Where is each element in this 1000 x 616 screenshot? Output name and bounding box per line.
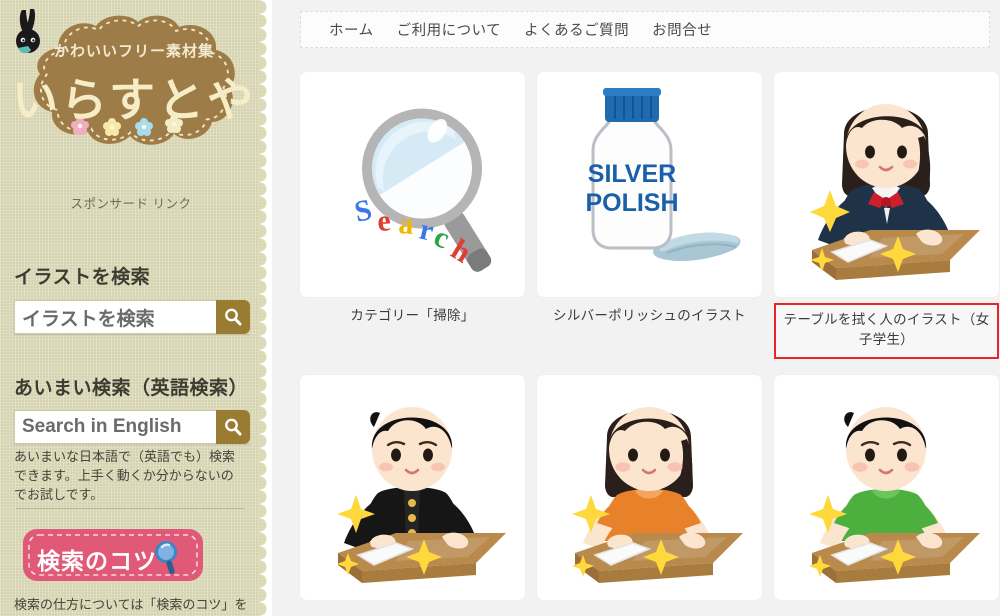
nav-item-usage[interactable]: ご利用について <box>397 19 502 40</box>
top-navigation: ホーム ご利用について よくあるご質問 お問合せ <box>300 11 990 48</box>
illustration-card[interactable]: S e a r c h カテゴリー「掃除」 <box>300 72 525 326</box>
nav-item-contact[interactable]: お問合せ <box>652 19 712 40</box>
illustration-card[interactable]: SILVER POLISH シルバーポリッシュのイラスト <box>537 72 762 326</box>
search-input[interactable]: イラストを検索 <box>14 300 216 334</box>
magnifying-glass-search-art: S e a r c h <box>352 108 492 272</box>
illustration-caption[interactable]: シルバーポリッシュのイラスト <box>537 306 762 326</box>
sidebar-scalloped-edge <box>260 0 272 616</box>
english-search-box[interactable]: Search in English <box>14 410 250 444</box>
svg-text:a: a <box>398 207 415 241</box>
illustration-caption-highlighted[interactable]: テーブルを拭く人のイラスト（女子学生） <box>774 303 999 359</box>
vague-search-note: あいまいな日本語で（英語でも）検索できます。上手く動くか分からないのでお試しです… <box>14 449 236 502</box>
sidebar-divider <box>16 508 244 509</box>
illustration-caption[interactable]: カテゴリー「掃除」 <box>300 306 525 326</box>
search-illustration-box[interactable]: イラストを検索 <box>14 300 250 334</box>
logo-title: いらすとや <box>11 74 257 126</box>
illustration-thumbnail[interactable] <box>537 375 762 600</box>
english-search-submit-button[interactable] <box>216 410 250 444</box>
page-root: かわいいフリー素材集 いらすとや スポンサード リンク イラストを検索 イラスト… <box>0 0 1000 616</box>
illustration-card[interactable] <box>300 375 525 609</box>
search-submit-button[interactable] <box>216 300 250 334</box>
illustration-card[interactable]: テーブルを拭く人のイラスト（女子学生） <box>774 72 999 359</box>
search-tips-button-graphic <box>23 529 203 581</box>
english-search-input[interactable]: Search in English <box>14 410 216 444</box>
illustration-thumbnail[interactable]: SILVER POLISH <box>537 72 762 297</box>
bottle-label-line2: POLISH <box>585 189 678 217</box>
illustration-thumbnail[interactable] <box>774 72 999 297</box>
svg-text:e: e <box>376 204 392 238</box>
silver-polish-bottle-art: SILVER POLISH <box>585 88 741 262</box>
illustration-thumbnail[interactable] <box>774 375 999 600</box>
sidebar: かわいいフリー素材集 いらすとや スポンサード リンク イラストを検索 イラスト… <box>0 0 272 616</box>
search-illustration-heading: イラストを検索 <box>14 267 151 288</box>
main-content: ホーム ご利用について よくあるご質問 お問合せ S e a r c h カテゴ… <box>272 0 1000 616</box>
illustration-card[interactable] <box>774 375 999 609</box>
search-icon <box>225 418 242 436</box>
person-wiping-table-schoolboy-art <box>337 407 506 583</box>
search-tips-button[interactable]: 検索のコツ <box>22 528 204 582</box>
illustration-thumbnail[interactable] <box>300 375 525 600</box>
nav-item-home[interactable]: ホーム <box>329 19 374 40</box>
vague-search-heading: あいまい検索（英語検索） <box>14 378 249 399</box>
bottle-label-line1: SILVER <box>588 160 676 188</box>
person-wiping-table-boy-green-art <box>809 407 980 583</box>
search-icon <box>225 308 242 326</box>
search-tips-note: 検索の仕方については「検索のコツ」を <box>14 597 248 612</box>
site-logo[interactable]: かわいいフリー素材集 いらすとや <box>8 2 260 170</box>
sponsored-link-label: スポンサード リンク <box>70 197 192 211</box>
nav-item-faq[interactable]: よくあるご質問 <box>524 19 629 40</box>
person-wiping-table-schoolgirl-art <box>810 104 980 280</box>
person-wiping-table-girl-orange-art <box>572 407 743 583</box>
logo-subtitle: かわいいフリー素材集 <box>53 43 214 60</box>
illustration-thumbnail[interactable]: S e a r c h <box>300 72 525 297</box>
illustration-card[interactable] <box>537 375 762 609</box>
